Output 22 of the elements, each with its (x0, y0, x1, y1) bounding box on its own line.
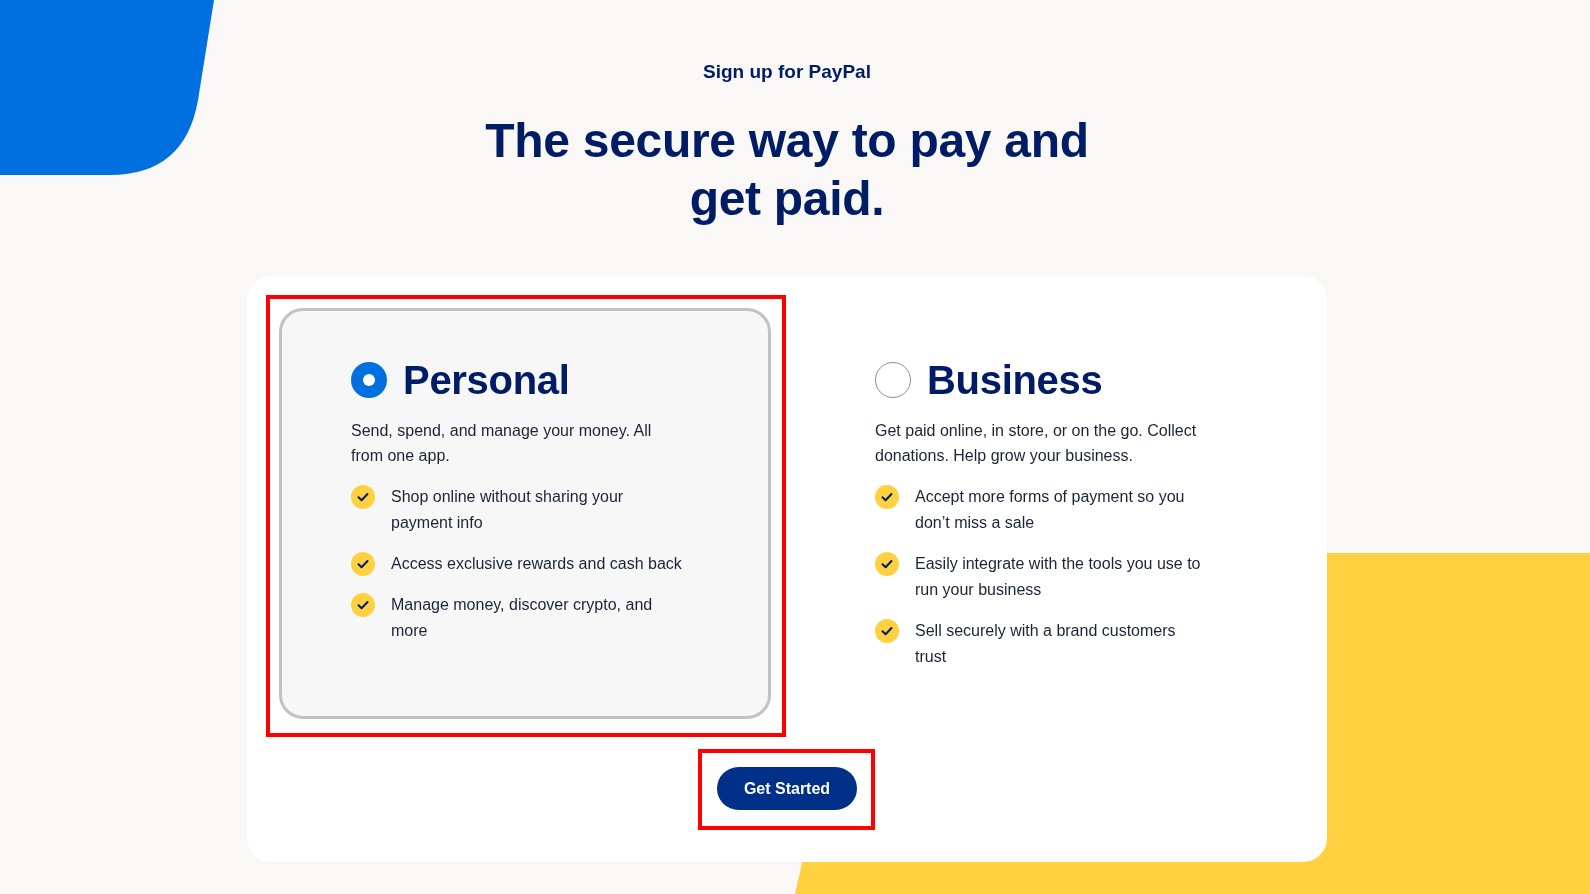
feature-text: Manage money, discover crypto, and more (391, 595, 654, 641)
selected-option-panel[interactable]: Personal Send, spend, and manage your money. All from one app. Shop online without sharing your payment info Access exclusive rewards and cash back Manage money, discover crypto, and more (279, 308, 771, 719)
check-icon (351, 552, 375, 576)
check-icon (351, 485, 375, 509)
feature-text: Accept more forms of payment so you don’t miss a sale (915, 487, 1186, 533)
check-icon (351, 593, 375, 617)
eyebrow-text: Sign up for PayPal (703, 60, 871, 84)
feature-text: Shop online without sharing your payment info (391, 487, 625, 533)
radio-button[interactable] (351, 362, 387, 398)
get-started-button[interactable]: Get Started (716, 767, 858, 810)
feature-text: Sell securely with a brand customers trust (915, 621, 1177, 667)
headline: The secure way to pay and get paid. (484, 113, 1090, 227)
option-description: Send, spend, and manage your money. All from one app. (351, 421, 653, 466)
feature-text: Access exclusive rewards and cash back (391, 554, 683, 574)
option-description: Get paid online, in store, or on the go. Collect donations. Help grow your business. (875, 421, 1198, 466)
option-title: Personal (403, 360, 570, 400)
option-title: Business (927, 360, 1103, 400)
check-icon (875, 552, 899, 576)
check-icon (875, 485, 899, 509)
radio-button[interactable] (875, 362, 911, 398)
check-icon (875, 619, 899, 643)
feature-text: Easily integrate with the tools you use to run your business (915, 554, 1202, 600)
